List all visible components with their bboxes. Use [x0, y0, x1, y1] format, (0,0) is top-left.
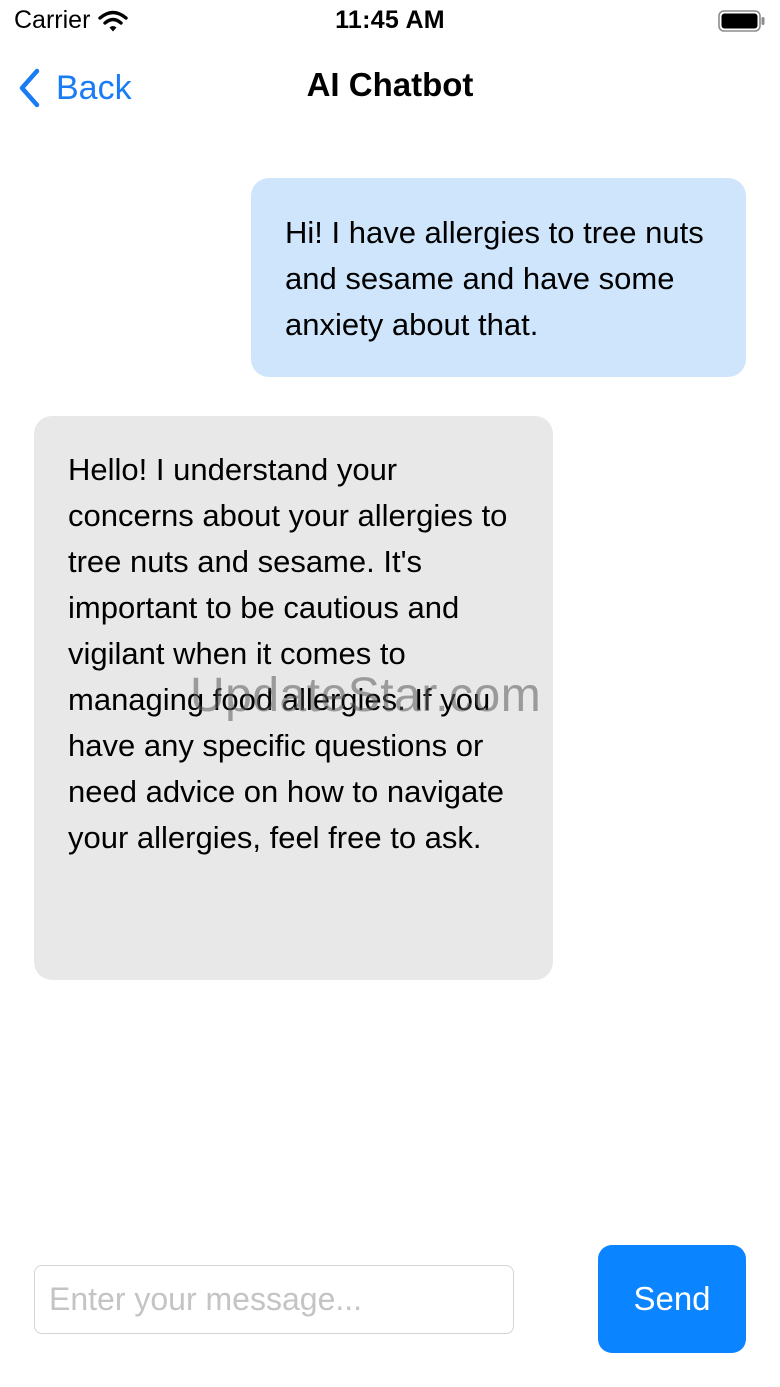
user-message-text: Hi! I have allergies to tree nuts and se… [285, 215, 704, 342]
message-input[interactable] [34, 1265, 514, 1334]
battery-icon [718, 10, 765, 32]
page-title: AI Chatbot [306, 66, 474, 103]
navigation-bar: Back AI Chatbot [0, 44, 780, 132]
status-bar: Carrier 11:45 AM [0, 0, 780, 44]
bot-message-bubble: Hello! I understand your concerns about … [34, 416, 553, 980]
bot-message-text: Hello! I understand your concerns about … [68, 452, 508, 855]
user-message-bubble: Hi! I have allergies to tree nuts and se… [251, 178, 746, 377]
send-button[interactable]: Send [598, 1245, 746, 1353]
status-time: 11:45 AM [335, 6, 445, 34]
